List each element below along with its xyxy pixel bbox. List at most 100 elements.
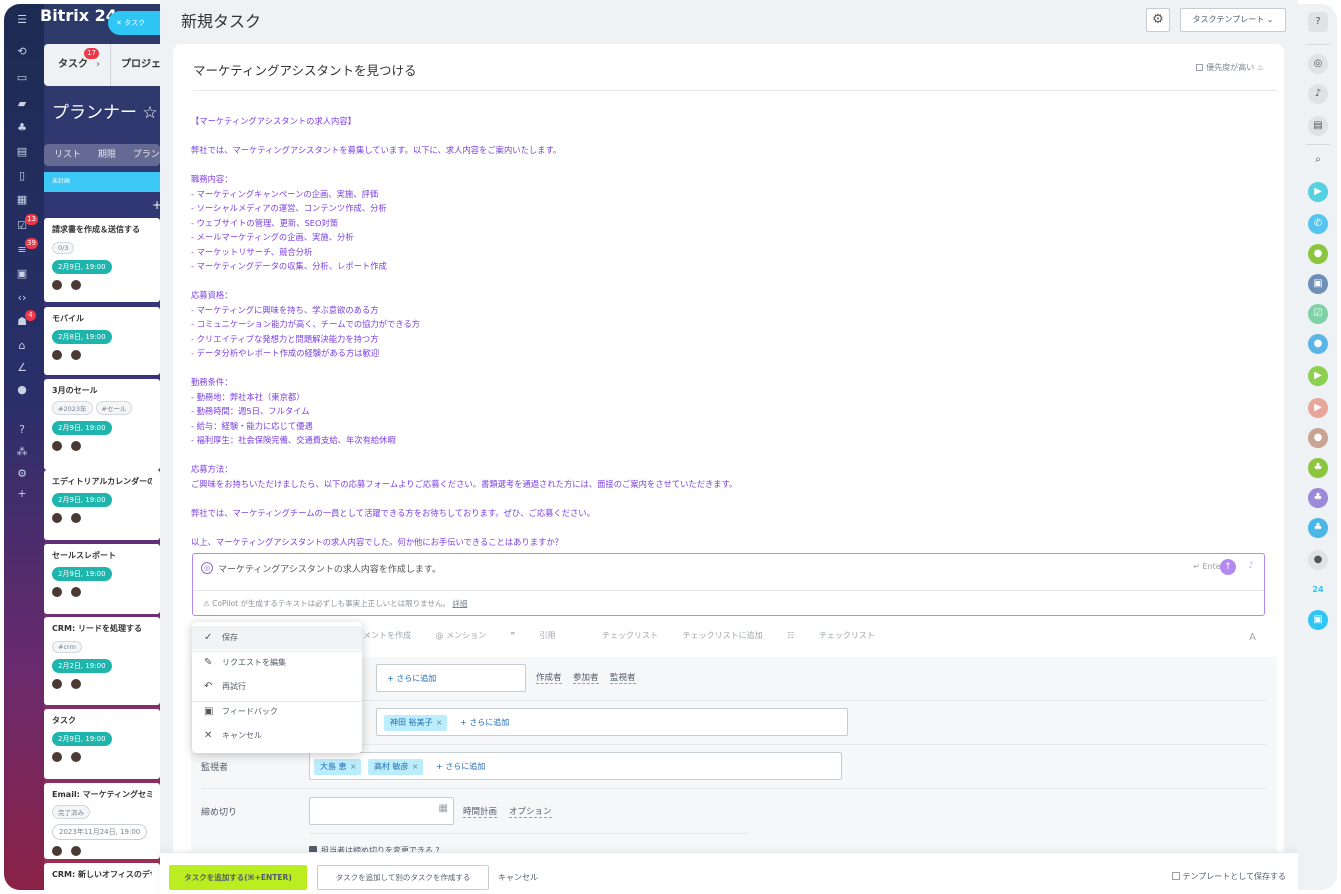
add-task-button[interactable]: タスクを追加する(⌘+ENTER): [169, 865, 307, 890]
tab-projects[interactable]: プロジェ: [110, 44, 160, 86]
search-icon[interactable]: ⌕: [1308, 150, 1328, 170]
save-template-checkbox[interactable]: [1172, 872, 1181, 880]
calendar-icon[interactable]: ▦: [15, 194, 29, 206]
send-icon[interactable]: ↑: [1220, 559, 1236, 575]
add-card-icon[interactable]: +: [152, 198, 160, 212]
menu-item-edit-request[interactable]: ✎ リクエストを編集: [192, 651, 362, 675]
chat-icon[interactable]: ▰: [15, 98, 29, 110]
time-planning-link[interactable]: 時間計画: [463, 805, 498, 818]
add-icon[interactable]: +: [15, 488, 29, 500]
menu-item-feedback[interactable]: ▣ フィードバック: [192, 700, 362, 724]
add-and-create-another-button[interactable]: タスクを追加して別のタスクを作成する: [317, 865, 489, 890]
sign-icon[interactable]: ∠: [15, 362, 29, 374]
assignee-field[interactable]: 神田 裕美子 × + さらに追加: [376, 708, 848, 736]
column-header: 未計画: [44, 172, 160, 192]
group-icon[interactable]: ♣: [1308, 458, 1328, 478]
add-more-link[interactable]: + さらに追加: [387, 671, 436, 687]
task-slider-chip[interactable]: ✕ タスク: [108, 11, 160, 35]
camera-icon[interactable]: ▶: [1308, 366, 1328, 386]
task-card[interactable]: モバイル 2月8日, 19:00: [44, 307, 160, 375]
camera-alt-icon[interactable]: ▶: [1308, 398, 1328, 418]
lock-icon[interactable]: ▣: [1308, 610, 1328, 630]
drive-icon[interactable]: ▤: [15, 146, 29, 158]
comment-button[interactable]: メントを作成: [363, 631, 411, 640]
menu-item-retry[interactable]: ↶ 再試行: [192, 675, 362, 699]
remove-icon[interactable]: ×: [436, 715, 443, 731]
phone-icon[interactable]: ✆: [1308, 214, 1328, 234]
contact-icon[interactable]: ●: [1308, 334, 1328, 354]
avatar[interactable]: ●: [1308, 428, 1328, 448]
task-title-input[interactable]: マーケティングアシスタントを見つける: [193, 60, 417, 79]
bell-icon[interactable]: ♪: [1308, 84, 1328, 104]
remove-icon[interactable]: ×: [350, 759, 357, 775]
priority-toggle[interactable]: 優先度が高い ♨: [1196, 62, 1264, 73]
mention-button[interactable]: @ メンション: [436, 631, 487, 640]
document-icon[interactable]: ▯: [15, 170, 29, 182]
help-icon[interactable]: ?: [1308, 12, 1328, 32]
sitemap-icon[interactable]: ⁂: [15, 446, 29, 458]
help-icon[interactable]: ?: [15, 424, 29, 436]
menu-item-save[interactable]: ✓ 保存: [192, 626, 362, 650]
checklist-button[interactable]: チェックリスト: [602, 631, 658, 640]
group-icon[interactable]: ♣: [15, 122, 29, 134]
microphone-icon[interactable]: ♪: [1248, 561, 1254, 571]
card-date: 2月9日, 19:00: [52, 567, 112, 581]
observers-link[interactable]: 監視者: [610, 671, 636, 684]
add-more-link[interactable]: + さらに追加: [436, 759, 485, 775]
team-icon[interactable]: ♣: [1308, 518, 1328, 538]
task-template-button[interactable]: タスクテンプレート ⌄: [1180, 8, 1286, 32]
options-link[interactable]: オプション: [509, 805, 552, 818]
copilot-icon[interactable]: ◎: [1308, 54, 1328, 74]
checklist-icon[interactable]: ☑: [1308, 304, 1328, 324]
quote-button[interactable]: ❞ 引用: [511, 631, 578, 640]
disclaimer-details-link[interactable]: 詳細: [452, 599, 467, 608]
bitrix24-icon[interactable]: 24: [1308, 580, 1328, 600]
save-as-template[interactable]: テンプレートとして保存する: [1172, 871, 1286, 882]
add-more-link[interactable]: + さらに追加: [460, 715, 509, 731]
deadline-input[interactable]: ▦: [309, 797, 454, 825]
task-card[interactable]: タスク 2月9日, 19:00: [44, 709, 160, 779]
add-to-checklist-button[interactable]: チェックリストに追加: [683, 631, 763, 640]
contact-icon[interactable]: ▣: [15, 268, 29, 280]
star-icon[interactable]: ☆: [142, 103, 157, 123]
task-card[interactable]: エディトリアルカレンダーの作 2月9日, 19:00: [44, 470, 160, 540]
inbox-icon[interactable]: ▭: [15, 72, 29, 84]
task-card[interactable]: 3月のセール #2023年 #セール 2月9日, 19:00: [44, 379, 160, 470]
role-field[interactable]: + さらに追加: [376, 664, 526, 692]
copilot-input[interactable]: マーケティングアシスタントの求人内容を作成します。: [218, 562, 441, 575]
observer-pill[interactable]: 大島 恵 ×: [314, 759, 361, 775]
video-icon[interactable]: ▶: [1308, 182, 1328, 202]
code-icon[interactable]: ‹›: [15, 292, 29, 304]
creator-link[interactable]: 作成者: [536, 671, 562, 684]
checklist-extra-button[interactable]: ☷ チェックリスト: [787, 631, 897, 640]
participants-link[interactable]: 参加者: [573, 671, 599, 684]
task-card[interactable]: Email: マーケティングセミナ 完了済み 2023年11月24日, 19:0…: [44, 783, 160, 859]
assignee-pill[interactable]: 神田 裕美子 ×: [384, 715, 447, 731]
user-icon[interactable]: ●: [1308, 244, 1328, 264]
cancel-button[interactable]: キャンセル: [498, 865, 538, 890]
observer-pill[interactable]: 高村 敏彦 ×: [368, 759, 423, 775]
close-icon[interactable]: ✕: [116, 19, 122, 27]
settings-button[interactable]: ⚙: [1146, 8, 1170, 32]
menu-item-cancel[interactable]: ✕ キャンセル: [192, 724, 362, 748]
avatar[interactable]: ●: [1308, 550, 1328, 570]
calendar-icon[interactable]: ▦: [439, 803, 448, 814]
task-card[interactable]: セールスレポート 2月9日, 19:00: [44, 544, 160, 614]
feed-icon[interactable]: ⟲: [15, 46, 29, 58]
task-card[interactable]: CRM: リードを処理する #crm 2月2日, 19:00: [44, 617, 160, 705]
meeting-icon[interactable]: ▣: [1308, 274, 1328, 294]
planner-view-switch[interactable]: リスト 期限 プラン: [44, 144, 160, 166]
priority-checkbox[interactable]: [1196, 64, 1204, 71]
messages-icon[interactable]: ▤: [1308, 116, 1328, 136]
text-format-button[interactable]: A: [1249, 632, 1256, 643]
hamburger-icon[interactable]: ☰: [15, 14, 29, 26]
shop-icon[interactable]: ⌂: [15, 340, 29, 352]
settings-icon[interactable]: ⚙: [15, 468, 29, 480]
group-alt-icon[interactable]: ♣: [1308, 488, 1328, 508]
task-card[interactable]: CRM: 新しいオフィスのデザ: [44, 863, 160, 890]
divider: [201, 788, 1267, 789]
observer-field[interactable]: 大島 恵 × 高村 敏彦 × + さらに追加: [309, 752, 842, 780]
task-card[interactable]: 請求書を作成＆送信する 0/3 2月9日, 19:00: [44, 218, 160, 302]
check-circle-icon[interactable]: ●: [15, 384, 29, 396]
remove-icon[interactable]: ×: [412, 759, 419, 775]
